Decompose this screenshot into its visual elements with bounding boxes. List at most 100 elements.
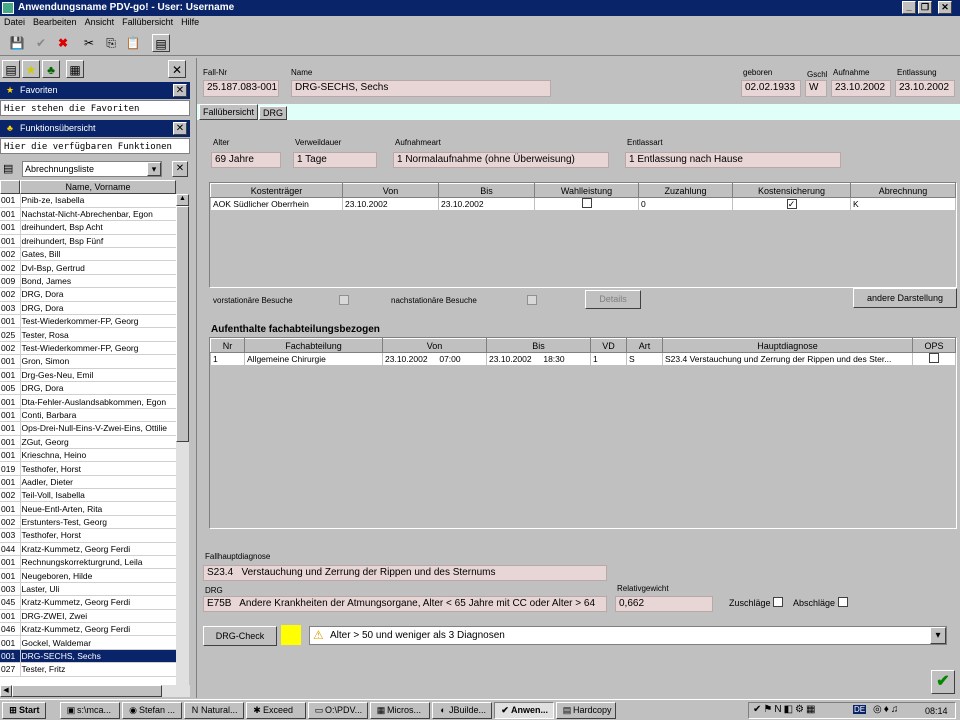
list-item[interactable]: 003 Laster, Uli <box>0 582 176 597</box>
warning-select[interactable]: ⚠ Alter > 50 und weniger als 3 Diagnosen… <box>309 626 947 645</box>
list-item[interactable]: 001 Krieschna, Heino <box>0 448 176 463</box>
menu-ansicht[interactable]: Ansicht <box>81 16 119 28</box>
details-button[interactable]: Details <box>585 290 641 309</box>
list-item[interactable]: 001 Dta-Fehler-Auslandsabkommen, Egon <box>0 394 176 409</box>
gschl-field[interactable]: W <box>805 80 827 97</box>
list-item[interactable]: 005 DRG, Dora <box>0 381 176 396</box>
ops-checkbox[interactable] <box>929 353 939 363</box>
scroll-up-icon[interactable]: ▲ <box>176 194 189 206</box>
list-item[interactable]: 045 Kratz-Kummetz, Georg Ferdi <box>0 595 176 610</box>
list-item[interactable]: 002 Erstunters-Test, Georg <box>0 515 176 530</box>
list-item[interactable]: 046 Kratz-Kummetz, Georg Ferdi <box>0 622 176 637</box>
list-item[interactable]: 001 DRG-SECHS, Sechs <box>0 649 176 664</box>
kostensicherung-checkbox[interactable]: ✓ <box>786 199 797 209</box>
col-nr[interactable]: Nr <box>210 338 245 353</box>
save-icon[interactable]: 💾 <box>8 34 26 52</box>
task-anwendung[interactable]: ✔ Anwen... <box>494 702 554 719</box>
list-item[interactable]: 001 DRG-ZWEI, Zwei <box>0 609 176 624</box>
task-micros[interactable]: ▦ Micros... <box>370 702 430 719</box>
list-item[interactable]: 002 DRG, Dora <box>0 287 176 302</box>
tree-icon[interactable]: ♣ <box>42 60 60 78</box>
list-item[interactable]: 001 ZGut, Georg <box>0 435 176 449</box>
alter-field[interactable]: 69 Jahre <box>211 152 281 168</box>
task-exceed[interactable]: ✱ Exceed <box>246 702 306 719</box>
verweil-field[interactable]: 1 Tage <box>293 152 377 168</box>
list-item[interactable]: 019 Testhofer, Horst <box>0 461 176 476</box>
list-item[interactable]: 025 Tester, Rosa <box>0 327 176 342</box>
list-item[interactable]: 003 DRG, Dora <box>0 301 176 316</box>
server-icon[interactable]: ▤ <box>152 34 170 52</box>
list-item[interactable]: 001 Nachstat-Nicht-Abrechenbar, Egon <box>0 207 176 222</box>
col-von[interactable]: Von <box>382 338 487 353</box>
list-select[interactable]: Abrechnungsliste ▾ <box>22 161 162 177</box>
list-item[interactable]: 001 Drg-Ges-Neu, Emil <box>0 368 176 382</box>
drg-field[interactable]: E75B Andere Krankheiten der Atmungsorgan… <box>203 596 607 612</box>
list-item[interactable]: 003 Testhofer, Horst <box>0 528 176 543</box>
list-item[interactable]: 001 Conti, Barbara <box>0 408 176 423</box>
list-icon[interactable]: ▤ <box>2 60 20 78</box>
list-scrollbar[interactable]: ▲ <box>176 194 189 685</box>
fallhauptdiagnose-field[interactable]: S23.4 Verstauchung und Zerrung der Rippe… <box>203 565 607 581</box>
fallnr-field[interactable]: 25.187.083-001 <box>203 80 279 97</box>
list-item[interactable]: 001 Neugeboren, Hilde <box>0 568 176 583</box>
check-icon[interactable]: ✔ <box>32 34 50 52</box>
abschlaege-checkbox[interactable] <box>838 597 848 607</box>
col-vd[interactable]: VD <box>590 338 627 353</box>
list-header-name[interactable]: Name, Vorname <box>20 180 176 194</box>
minimize-button[interactable]: _ <box>902 1 916 14</box>
list-item[interactable]: 009 Bond, James <box>0 274 176 289</box>
chevron-down-icon[interactable]: ▾ <box>930 627 946 644</box>
col-hauptdiagnose[interactable]: Hauptdiagnose <box>662 338 913 353</box>
list-item[interactable]: 001 Gron, Simon <box>0 354 176 369</box>
col-bis[interactable]: Bis <box>438 183 535 198</box>
document-icon[interactable]: ▦ <box>66 60 84 78</box>
list-item[interactable]: 001 dreihundert, Bsp Fünf <box>0 234 176 249</box>
menu-datei[interactable]: Datei <box>0 16 29 28</box>
confirm-check-icon[interactable]: ✔ <box>931 670 955 694</box>
list-item[interactable]: 001 Neue-Entl-Arten, Rita <box>0 501 176 516</box>
list-item[interactable]: 002 Gates, Bill <box>0 247 176 262</box>
task-opdv[interactable]: ▭ O:\PDV... <box>308 702 368 719</box>
tab-drg[interactable]: DRG <box>259 106 287 120</box>
list-header-nr[interactable] <box>0 180 20 194</box>
list-item[interactable]: 001 Aadler, Dieter <box>0 475 176 490</box>
name-field[interactable]: DRG-SECHS, Sechs <box>291 80 551 97</box>
entlassart-field[interactable]: 1 Entlassung nach Hause <box>625 152 841 168</box>
close-button[interactable]: ✕ <box>938 1 952 14</box>
close-functions-icon[interactable]: ✕ <box>173 122 187 135</box>
menu-hilfe[interactable]: Hilfe <box>177 16 203 28</box>
list-item[interactable]: 001 Ops-Drei-Null-Eins-V-Zwei-Eins, Ottil… <box>0 421 176 436</box>
list-item[interactable]: 001 Pnib-ze, Isabella <box>0 194 176 208</box>
maximize-button[interactable]: ❐ <box>918 1 932 14</box>
col-ops[interactable]: OPS <box>912 338 956 353</box>
relativgewicht-field[interactable]: 0,662 <box>615 596 713 612</box>
list-item[interactable]: 001 Test-Wiederkommer-FP, Georg <box>0 314 176 329</box>
language-indicator[interactable]: DE <box>853 705 867 714</box>
vorstationaer-checkbox[interactable] <box>339 295 349 305</box>
zuschlaege-checkbox[interactable] <box>773 597 783 607</box>
list-item[interactable]: 001 Rechnungskorrekturgrund, Leila <box>0 555 176 570</box>
table-row[interactable]: AOK Südlicher Oberrhein 23.10.2002 23.10… <box>210 197 956 211</box>
col-fachabteilung[interactable]: Fachabteilung <box>244 338 383 353</box>
task-hardcopy[interactable]: ▤ Hardcopy <box>556 702 616 719</box>
star-icon[interactable]: ★ <box>22 60 40 78</box>
copy-icon[interactable]: ⎘ <box>102 34 120 52</box>
scroll-thumb[interactable] <box>176 206 189 442</box>
task-stefan[interactable]: ◉ Stefan ... <box>122 702 182 719</box>
wahlleistung-checkbox[interactable] <box>581 198 592 208</box>
list-item[interactable]: 044 Kratz-Kummetz, Georg Ferdi <box>0 542 176 557</box>
andere-darstellung-button[interactable]: andere Darstellung <box>853 288 957 308</box>
col-zuzahlung[interactable]: Zuzahlung <box>638 183 733 198</box>
list-item[interactable]: 002 Test-Wiederkommer-FP, Georg <box>0 341 176 356</box>
hscroll-thumb[interactable] <box>12 685 162 697</box>
chevron-down-icon[interactable]: ▾ <box>147 162 161 176</box>
aufnahmeart-field[interactable]: 1 Normalaufnahme (ohne Überweisung) <box>393 152 609 168</box>
start-button[interactable]: ⊞ Start <box>2 702 46 719</box>
close-favorites-icon[interactable]: ✕ <box>173 84 187 97</box>
menu-falluebersicht[interactable]: Fallübersicht <box>118 16 177 28</box>
col-von[interactable]: Von <box>342 183 439 198</box>
close-list-icon[interactable]: ✕ <box>172 161 188 177</box>
task-jbuilder[interactable]: ◐ JBuilde... <box>432 702 492 719</box>
delete-icon[interactable]: ✖ <box>54 34 72 52</box>
cut-icon[interactable]: ✂ <box>80 34 98 52</box>
